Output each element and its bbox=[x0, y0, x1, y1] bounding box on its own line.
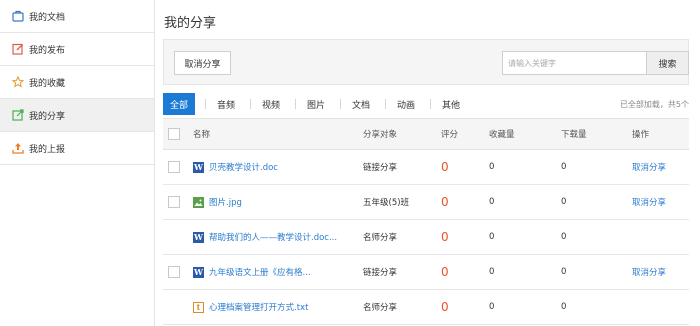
sidebar-item-label: 我的分享 bbox=[29, 111, 66, 122]
score-value: 0 bbox=[441, 230, 449, 244]
select-all-checkbox[interactable] bbox=[168, 128, 180, 140]
sidebar-item-label: 我的文档 bbox=[29, 12, 66, 23]
tab-images[interactable]: 图片 bbox=[302, 93, 330, 115]
header-name: 名称 bbox=[193, 130, 211, 140]
header-target: 分享对象 bbox=[363, 130, 398, 140]
header-score: 评分 bbox=[441, 130, 459, 140]
main-content: 我的分享 取消分享 搜索 全部 音频 视频 图片 文档 动画 其他 已全部加载，… bbox=[156, 0, 700, 326]
share-target: 链接分享 bbox=[363, 268, 398, 278]
sidebar-item-label: 我的发布 bbox=[29, 45, 66, 56]
row-checkbox[interactable] bbox=[168, 196, 180, 208]
downloads-count: 0 bbox=[561, 232, 567, 242]
favorites-count: 0 bbox=[489, 197, 495, 207]
briefcase-icon bbox=[12, 10, 24, 22]
score-value: 0 bbox=[441, 300, 449, 314]
item-count: 已全部加载，共5个 bbox=[619, 100, 689, 109]
sidebar-item-my-favorites[interactable]: 我的收藏 bbox=[0, 66, 154, 99]
file-name-link[interactable]: 帮助我们的人——教学设计.doc... bbox=[209, 231, 337, 243]
share-target: 名师分享 bbox=[363, 303, 398, 313]
downloads-count: 0 bbox=[561, 197, 567, 207]
table-row: W 贝壳教学设计.doc 链接分享 0 0 0 取消分享 bbox=[163, 150, 689, 185]
divider bbox=[205, 99, 206, 109]
text-file-icon: t bbox=[193, 301, 204, 313]
sidebar-item-my-shares[interactable]: 我的分享 bbox=[0, 99, 154, 132]
downloads-count: 0 bbox=[561, 267, 567, 277]
table-row: W 九年级语文上册《应有格... 链接分享 0 0 0 取消分享 bbox=[163, 255, 689, 290]
score-value: 0 bbox=[441, 265, 449, 279]
word-file-icon: W bbox=[193, 161, 204, 173]
table-row: t 心理档案管理打开方式.txt 名师分享 0 0 0 bbox=[163, 290, 689, 325]
score-value: 0 bbox=[441, 160, 449, 174]
tab-audio[interactable]: 音频 bbox=[212, 93, 240, 115]
favorites-count: 0 bbox=[489, 232, 495, 242]
upload-icon bbox=[12, 142, 24, 154]
divider bbox=[250, 99, 251, 109]
share-icon bbox=[12, 109, 24, 121]
star-icon bbox=[12, 76, 24, 88]
divider bbox=[340, 99, 341, 109]
sidebar-item-label: 我的收藏 bbox=[29, 78, 66, 89]
row-checkbox[interactable] bbox=[168, 161, 180, 173]
header-downloads: 下载量 bbox=[561, 130, 587, 140]
favorites-count: 0 bbox=[489, 162, 495, 172]
file-name-link[interactable]: 心理档案管理打开方式.txt bbox=[209, 301, 308, 313]
share-table: 名称 分享对象 评分 收藏量 下载量 操作 W 贝壳教学设计.doc 链接分享 … bbox=[163, 118, 689, 325]
tab-all[interactable]: 全部 bbox=[163, 93, 195, 115]
row-checkbox[interactable] bbox=[168, 266, 180, 278]
search-input[interactable] bbox=[502, 51, 647, 75]
filter-tabs: 全部 音频 视频 图片 文档 动画 其他 已全部加载，共5个 bbox=[163, 93, 689, 117]
sidebar-item-my-reports[interactable]: 我的上报 bbox=[0, 132, 154, 165]
header-action: 操作 bbox=[632, 130, 650, 140]
tab-animation[interactable]: 动画 bbox=[392, 93, 420, 115]
sidebar-item-label: 我的上报 bbox=[29, 144, 66, 155]
cancel-share-link[interactable]: 取消分享 bbox=[632, 255, 666, 289]
table-header: 名称 分享对象 评分 收藏量 下载量 操作 bbox=[163, 118, 689, 150]
sidebar-item-my-publish[interactable]: 我的发布 bbox=[0, 33, 154, 66]
favorites-count: 0 bbox=[489, 267, 495, 277]
divider bbox=[430, 99, 431, 109]
share-target: 五年级(5)班 bbox=[363, 198, 410, 208]
cancel-share-link[interactable]: 取消分享 bbox=[632, 150, 666, 184]
file-name-link[interactable]: 贝壳教学设计.doc bbox=[209, 161, 278, 173]
sidebar-item-my-documents[interactable]: 我的文档 bbox=[0, 0, 154, 33]
file-name-link[interactable]: 九年级语文上册《应有格... bbox=[209, 266, 311, 278]
favorites-count: 0 bbox=[489, 302, 495, 312]
tab-video[interactable]: 视频 bbox=[257, 93, 285, 115]
score-value: 0 bbox=[441, 195, 449, 209]
tab-other[interactable]: 其他 bbox=[437, 93, 465, 115]
word-file-icon: W bbox=[193, 266, 204, 278]
toolbar: 取消分享 搜索 bbox=[163, 39, 689, 85]
cancel-share-button[interactable]: 取消分享 bbox=[174, 51, 231, 75]
share-target: 链接分享 bbox=[363, 163, 398, 173]
tab-documents[interactable]: 文档 bbox=[347, 93, 375, 115]
table-row: 图片.jpg 五年级(5)班 0 0 0 取消分享 bbox=[163, 185, 689, 220]
divider bbox=[295, 99, 296, 109]
share-target: 名师分享 bbox=[363, 233, 398, 243]
search-button[interactable]: 搜索 bbox=[647, 51, 689, 75]
page-title: 我的分享 bbox=[164, 16, 217, 31]
table-row: W 帮助我们的人——教学设计.doc... 名师分享 0 0 0 bbox=[163, 220, 689, 255]
downloads-count: 0 bbox=[561, 162, 567, 172]
sidebar: 我的文档 我的发布 我的收藏 我的分享 我的上报 bbox=[0, 0, 155, 326]
divider bbox=[385, 99, 386, 109]
image-file-icon bbox=[193, 196, 204, 208]
header-favorites: 收藏量 bbox=[489, 130, 515, 140]
file-name-link[interactable]: 图片.jpg bbox=[209, 196, 242, 208]
downloads-count: 0 bbox=[561, 302, 567, 312]
cancel-share-link[interactable]: 取消分享 bbox=[632, 185, 666, 219]
word-file-icon: W bbox=[193, 231, 204, 243]
edit-icon bbox=[12, 43, 24, 55]
